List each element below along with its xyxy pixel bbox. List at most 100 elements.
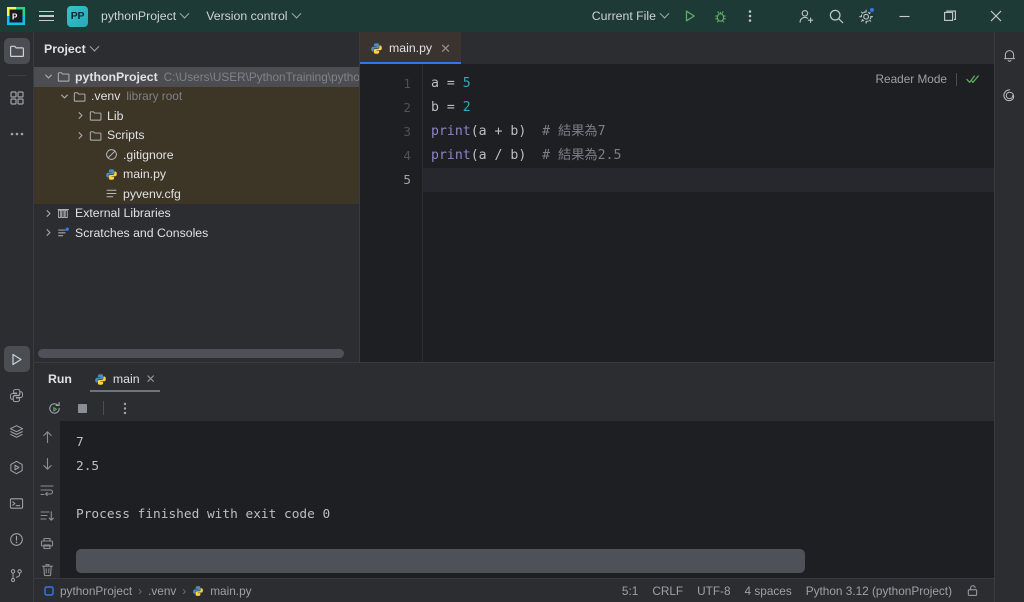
file-encoding[interactable]: UTF-8 <box>690 582 737 600</box>
tree-node-label: pyvenv.cfg <box>123 186 181 201</box>
breadcrumb-item-project[interactable]: pythonProject <box>44 584 132 598</box>
tree-node-pyvenv-cfg[interactable]: pyvenv.cfg <box>34 184 359 204</box>
project-badge[interactable]: PP <box>67 5 88 27</box>
console-horizontal-scrollbar[interactable] <box>76 549 805 573</box>
console-line: 2.5 <box>76 459 100 474</box>
chevron-right-icon[interactable] <box>42 228 55 237</box>
up-arrow-icon[interactable] <box>38 429 56 445</box>
code-line[interactable]: print(a + b) # 結果為7 <box>423 120 994 144</box>
more-vertical-icon[interactable] <box>115 398 135 418</box>
sidebar-item-services[interactable] <box>4 454 30 480</box>
sidebar-item-run[interactable] <box>3 346 30 372</box>
tree-node-label: pythonProject <box>75 69 158 84</box>
tree-node-detail: C:\Users\USER\PythonTraining\pythonProje… <box>163 69 359 84</box>
caret-position[interactable]: 5:1 <box>615 582 645 600</box>
reader-mode-widget[interactable]: Reader Mode <box>876 72 980 86</box>
tree-node-lib[interactable]: Lib <box>34 106 359 126</box>
editor-tab-main-py[interactable]: main.py ✕ <box>360 32 461 64</box>
active-run-tab-underline <box>89 390 160 392</box>
run-tool-window: Run main ✕ 7 2.5 Process finished with e… <box>34 362 994 578</box>
line-separator[interactable]: CRLF <box>645 582 690 600</box>
breadcrumb-separator: › <box>182 583 187 598</box>
console-wrapper: 7 2.5 Process finished with exit code 0 <box>34 421 994 578</box>
python-interpreter[interactable]: Python 3.12 (pythonProject) <box>799 582 959 600</box>
sidebar-item-project[interactable] <box>3 38 30 64</box>
ai-assistant-icon[interactable] <box>997 82 1023 108</box>
sidebar-item-terminal[interactable] <box>4 490 30 516</box>
sidebar-item-more-tools[interactable] <box>4 121 30 147</box>
run-console-output[interactable]: 7 2.5 Process finished with exit code 0 <box>60 421 994 578</box>
project-tree-scrollbar-track[interactable] <box>34 347 359 362</box>
project-tree-scrollbar-thumb[interactable] <box>38 349 344 358</box>
editor-line-numbers: 1 2 3 4 5 <box>360 64 422 362</box>
sidebar-item-version-control[interactable] <box>4 562 30 588</box>
stop-icon[interactable] <box>72 398 92 418</box>
minimize-button[interactable] <box>882 0 926 32</box>
sidebar-item-problems[interactable] <box>4 526 30 552</box>
more-actions-button[interactable] <box>736 3 764 29</box>
line-number: 5 <box>403 172 411 187</box>
run-panel-title: Run <box>48 372 72 386</box>
tree-node-external-libraries[interactable]: External Libraries <box>34 204 359 224</box>
tree-node-scratches-and-consoles[interactable]: Scratches and Consoles <box>34 223 359 243</box>
run-configuration-selector[interactable]: Current File <box>586 6 674 26</box>
project-name-menu[interactable]: pythonProject <box>95 6 194 26</box>
tree-node--gitignore[interactable]: .gitignore <box>34 145 359 165</box>
soft-wrap-icon[interactable] <box>38 482 56 498</box>
indent-setting[interactable]: 4 spaces <box>738 582 799 600</box>
trash-icon[interactable] <box>38 562 56 578</box>
hamburger-menu-icon[interactable] <box>35 5 57 27</box>
scroll-to-end-icon[interactable] <box>38 509 56 525</box>
right-tool-rail <box>994 32 1024 602</box>
code-line[interactable] <box>423 168 994 192</box>
chevron-right-icon[interactable] <box>74 111 87 120</box>
center-column: Project pythonProject C:\Users\USER\Pytho… <box>34 32 994 602</box>
editor-code-area[interactable]: a = 5b = 2 print(a + b) # 結果為7 print(a / b… <box>422 64 994 362</box>
close-icon[interactable]: ✕ <box>146 372 156 386</box>
divider <box>103 401 104 415</box>
chevron-down-icon[interactable] <box>58 92 71 101</box>
close-icon[interactable]: ✕ <box>438 42 453 55</box>
unlocked-icon[interactable] <box>959 582 986 599</box>
inspections-ok-icon[interactable] <box>966 73 980 85</box>
version-control-menu[interactable]: Version control <box>200 6 305 26</box>
tree-node--venv[interactable]: .venv library root <box>34 86 359 106</box>
tree-node-scripts[interactable]: Scripts <box>34 125 359 145</box>
left-rail-bottom-group <box>3 346 30 602</box>
editor-tab-label: main.py <box>389 41 433 55</box>
down-arrow-icon[interactable] <box>38 456 56 472</box>
gear-icon[interactable] <box>852 3 880 29</box>
code-line[interactable]: print(a / b) # 結果為2.5 <box>423 144 994 168</box>
rerun-icon[interactable] <box>44 398 64 418</box>
sidebar-item-python-console[interactable] <box>4 382 30 408</box>
code-line[interactable]: b = 2 <box>423 96 994 120</box>
project-panel-header[interactable]: Project <box>34 36 359 62</box>
print-icon[interactable] <box>38 536 56 552</box>
search-icon[interactable] <box>822 3 850 29</box>
editor-tab-bar: main.py ✕ <box>360 32 994 64</box>
chevron-down-icon[interactable] <box>42 72 55 81</box>
chevron-right-icon[interactable] <box>42 209 55 218</box>
run-tab-main[interactable]: main ✕ <box>88 363 162 395</box>
sidebar-item-structure[interactable] <box>4 85 30 111</box>
tree-node-pythonproject[interactable]: pythonProject C:\Users\USER\PythonTrainin… <box>34 67 359 87</box>
notifications-bell-icon[interactable] <box>997 42 1023 68</box>
breadcrumb-item-file[interactable]: main.py <box>192 584 252 598</box>
breadcrumb-item-venv[interactable]: .venv <box>148 584 176 598</box>
sidebar-item-database[interactable] <box>4 418 30 444</box>
tree-node-label: .venv <box>91 89 121 104</box>
tree-node-label: main.py <box>123 167 167 182</box>
chevron-right-icon[interactable] <box>74 131 87 140</box>
add-user-icon[interactable] <box>792 3 820 29</box>
close-button[interactable] <box>974 0 1018 32</box>
folder-icon <box>87 129 104 142</box>
title-bar: P PP pythonProject Version control Curre… <box>0 0 1024 32</box>
code-token-plain: (a + b) <box>470 124 543 139</box>
maximize-button[interactable] <box>928 0 972 32</box>
run-button[interactable] <box>676 3 704 29</box>
tree-node-main-py[interactable]: main.py <box>34 164 359 184</box>
code-token-plain: a = <box>431 76 463 91</box>
project-tree[interactable]: pythonProject C:\Users\USER\PythonTrainin… <box>34 62 359 347</box>
debug-button[interactable] <box>706 3 734 29</box>
line-number: 4 <box>403 148 411 163</box>
